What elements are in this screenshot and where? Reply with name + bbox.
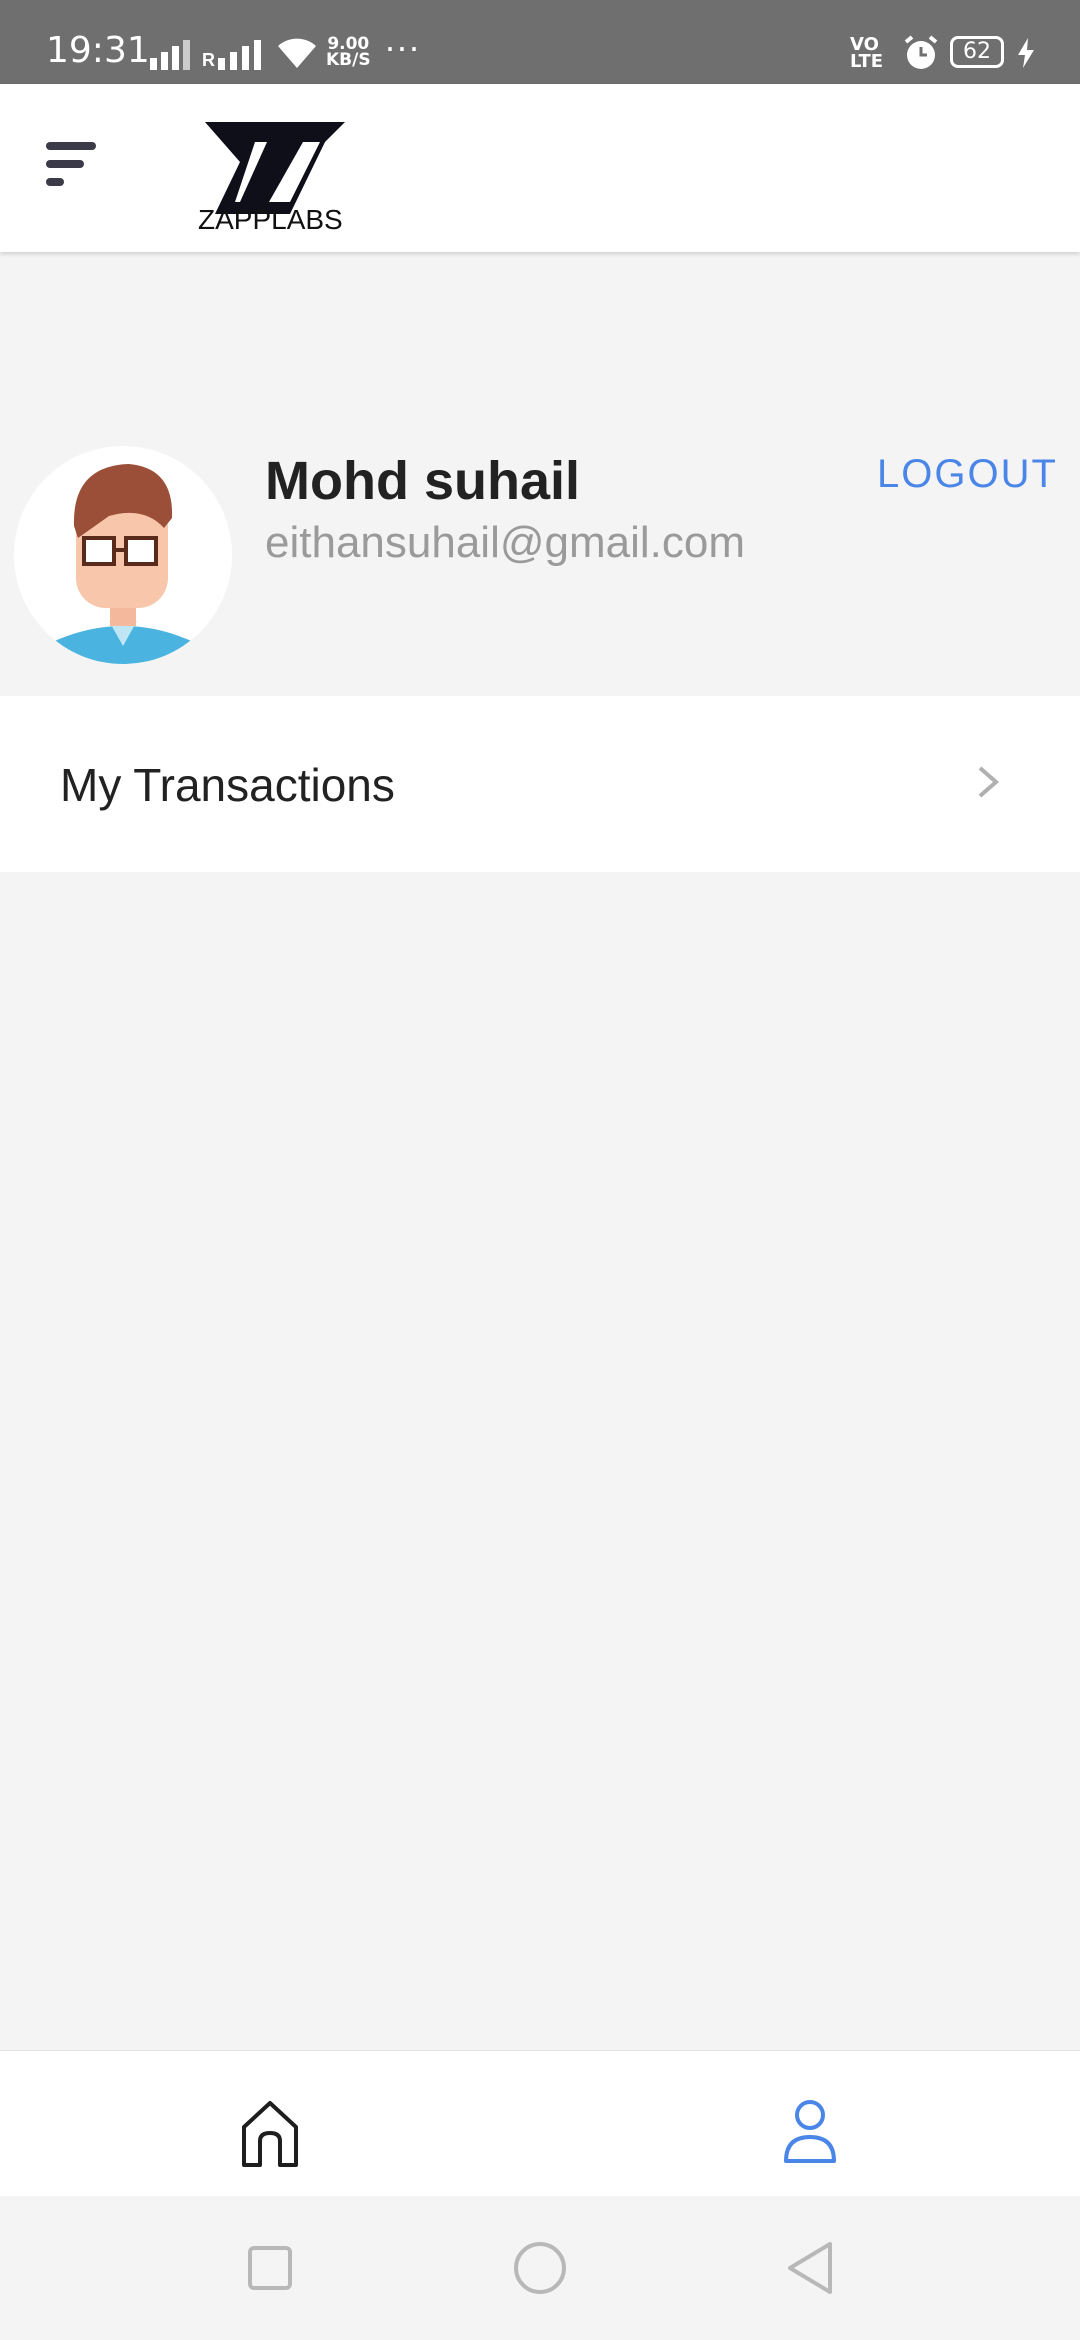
net-speed: 9.00 KB/S: [326, 36, 371, 70]
home-icon[interactable]: [230, 2091, 310, 2171]
profile-section: Mohd suhail eithansuhail@gmail.com LOGOU…: [0, 252, 1080, 696]
back-icon[interactable]: [780, 2238, 840, 2298]
avatar: [14, 446, 232, 664]
net-speed-unit: KB/S: [326, 50, 371, 70]
user-icon[interactable]: [770, 2091, 850, 2171]
app-header: ZAPPLABS: [0, 84, 1080, 252]
signal-icon: [150, 40, 190, 70]
battery-indicator: 62: [950, 36, 1004, 68]
avatar-illustration: [44, 464, 202, 664]
my-transactions-item[interactable]: My Transactions: [0, 696, 1080, 872]
my-transactions-label: My Transactions: [60, 759, 395, 811]
logout-button[interactable]: LOGOUT: [877, 452, 1058, 497]
volte-indicator: VO LTE: [850, 36, 884, 72]
menu-icon[interactable]: [40, 134, 110, 204]
signal-icon-2: [218, 40, 261, 70]
system-navigation-bar: [0, 2196, 1080, 2340]
wifi-icon: [278, 38, 316, 68]
brand-name: ZAPPLABS: [198, 204, 343, 235]
user-name: Mohd suhail: [265, 451, 580, 511]
home-nav-icon[interactable]: [510, 2238, 570, 2298]
roaming-label: R: [202, 50, 215, 70]
charging-icon: [1018, 38, 1034, 68]
recents-icon[interactable]: [240, 2238, 300, 2298]
more-notifications: ···: [384, 26, 420, 67]
status-time: 19:31: [46, 30, 150, 71]
bottom-navigation: [0, 2050, 1080, 2197]
alarm-icon: [904, 35, 938, 69]
volte-line2: LTE: [850, 51, 884, 72]
chevron-right-icon: [978, 766, 1000, 798]
status-bar: 19:31 R 9.00 KB/S ··· VO LTE 62: [0, 0, 1080, 84]
user-email: eithansuhail@gmail.com: [265, 518, 746, 567]
